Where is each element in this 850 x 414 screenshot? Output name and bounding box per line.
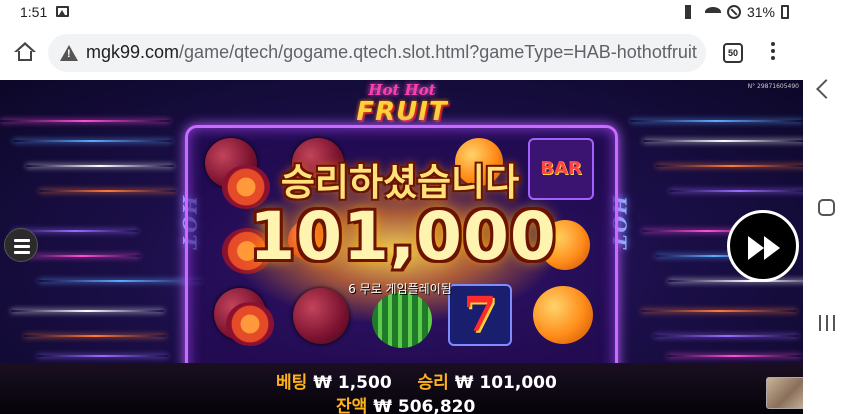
light-streak [37, 355, 168, 357]
plum-half-symbol [226, 302, 274, 346]
round-serial: N° 29871605490 [747, 83, 799, 90]
home-icon[interactable] [12, 40, 38, 64]
win-label: 승리 [417, 373, 449, 393]
status-time: 1:51 [20, 4, 48, 20]
orange-symbol [533, 286, 593, 344]
status-indicators: 31% [684, 4, 789, 20]
do-not-disturb-icon [726, 5, 741, 19]
browser-menu-icon[interactable] [770, 42, 776, 64]
warning-icon[interactable] [60, 45, 78, 61]
watermelon-symbol [372, 292, 432, 348]
light-streak [25, 255, 140, 257]
balance-label: 잔액 [336, 397, 368, 414]
light-streak [667, 355, 801, 357]
light-streak [39, 190, 176, 192]
system-home-icon[interactable] [818, 199, 835, 216]
browser-toolbar: mgk99.com/game/qtech/gogame.qtech.slot.h… [0, 26, 803, 80]
bet-label: 베팅 [276, 373, 308, 393]
balance-row: 잔액 ₩ 506,820 [336, 392, 475, 414]
bet-and-win-row: 베팅 ₩ 1,500 승리 ₩ 101,000 [276, 368, 557, 393]
url-text[interactable]: mgk99.com/game/qtech/gogame.qtech.slot.h… [86, 42, 697, 63]
fast-forward-icon[interactable] [727, 210, 799, 282]
free-spins-text: 6 무로 게임플레이됨 [348, 282, 452, 296]
system-nav-bar [803, 0, 850, 414]
status-bar: 1:51 31% [0, 0, 803, 26]
battery-icon [781, 5, 789, 19]
light-streak [641, 310, 797, 312]
balance-value: ₩ 506,820 [373, 397, 476, 414]
win-value: ₩ 101,000 [454, 373, 557, 393]
light-streak [630, 120, 803, 122]
light-streak [656, 165, 803, 167]
bet-value: ₩ 1,500 [313, 373, 392, 393]
image-notification-icon [56, 6, 69, 17]
wifi-icon [704, 7, 721, 17]
light-streak [669, 190, 803, 192]
game-logo: Hot Hot FRUIT [338, 82, 466, 130]
light-streak [26, 165, 174, 167]
light-streak [643, 140, 803, 142]
light-streak [0, 120, 170, 122]
light-streak [654, 335, 799, 337]
light-streak [24, 335, 166, 337]
mute-icon [684, 5, 699, 19]
light-streak [668, 280, 803, 282]
logo-title: FRUIT [356, 97, 448, 127]
hamburger-menu-icon[interactable] [4, 228, 38, 262]
chat-thumbnail[interactable] [766, 377, 803, 409]
address-bar[interactable]: mgk99.com/game/qtech/gogame.qtech.slot.h… [48, 34, 706, 72]
light-streak [11, 310, 164, 312]
back-icon[interactable] [816, 79, 836, 99]
bar-symbol: BAR [528, 138, 594, 200]
light-streak [38, 280, 202, 282]
tab-switcher-button[interactable]: 50 [723, 43, 743, 63]
win-amount: 101,000 [249, 198, 557, 275]
battery-percent: 31% [746, 4, 775, 20]
light-streak [13, 140, 172, 142]
recent-apps-icon[interactable] [819, 315, 835, 331]
slot-game-canvas[interactable]: Hot Hot FRUIT N° 29871605490 HOT HOT BAR… [0, 80, 803, 414]
logo-subtitle: Hot Hot [368, 81, 436, 99]
